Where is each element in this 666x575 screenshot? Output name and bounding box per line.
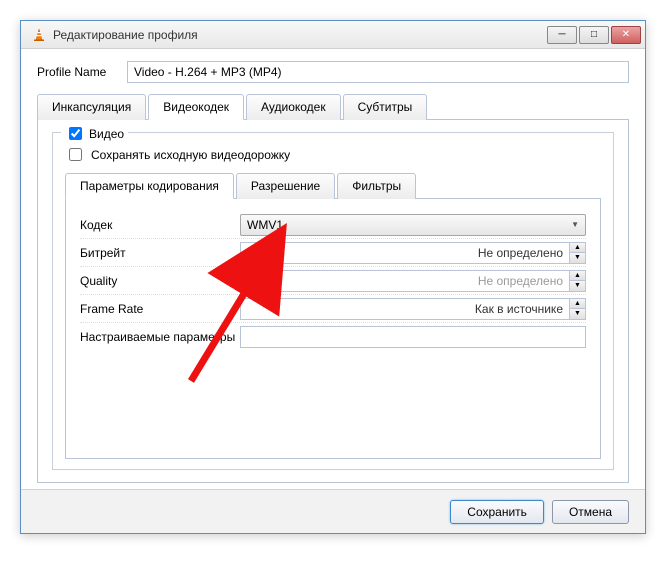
framerate-value: Как в источнике: [247, 302, 569, 316]
quality-down-button[interactable]: ▼: [570, 281, 585, 291]
vlc-cone-icon: [31, 27, 47, 43]
profile-name-input[interactable]: [127, 61, 629, 83]
sub-tabs: Параметры кодирования Разрешение Фильтры: [65, 172, 601, 199]
keep-original-checkbox[interactable]: [69, 148, 82, 161]
tab-audiocodec[interactable]: Аудиокодек: [246, 94, 341, 120]
video-fieldset: Видео Сохранять исходную видеодорожку Па…: [52, 132, 614, 470]
videocodec-pane: Видео Сохранять исходную видеодорожку Па…: [37, 120, 629, 483]
maximize-button[interactable]: □: [579, 26, 609, 44]
subtab-encoding-params[interactable]: Параметры кодирования: [65, 173, 234, 199]
codec-value: WMV1: [247, 218, 283, 232]
dialog-footer: Сохранить Отмена: [21, 489, 645, 533]
video-enable-label: Видео: [89, 127, 124, 141]
quality-spinner[interactable]: Не определено ▲ ▼: [240, 270, 586, 292]
close-button[interactable]: ✕: [611, 26, 641, 44]
bitrate-down-button[interactable]: ▼: [570, 253, 585, 263]
encoding-params-pane: Кодек WMV1 ▼ Битрейт Не определено: [65, 199, 601, 459]
minimize-button[interactable]: ─: [547, 26, 577, 44]
subtab-resolution[interactable]: Разрешение: [236, 173, 335, 199]
bitrate-value: Не определено: [247, 246, 569, 260]
framerate-up-button[interactable]: ▲: [570, 299, 585, 310]
window-controls: ─ □ ✕: [547, 26, 641, 44]
titlebar: Редактирование профиля ─ □ ✕: [21, 21, 645, 49]
window-title: Редактирование профиля: [53, 28, 547, 42]
video-enable-checkbox[interactable]: [69, 127, 82, 140]
subtab-filters[interactable]: Фильтры: [337, 173, 416, 199]
keep-original-label: Сохранять исходную видеодорожку: [91, 148, 290, 162]
framerate-label: Frame Rate: [80, 302, 240, 316]
cancel-button[interactable]: Отмена: [552, 500, 629, 524]
tab-encapsulation[interactable]: Инкапсуляция: [37, 94, 146, 120]
save-button[interactable]: Сохранить: [450, 500, 544, 524]
framerate-spinner[interactable]: Как в источнике ▲ ▼: [240, 298, 586, 320]
custom-params-label: Настраиваемые параметры: [80, 330, 240, 344]
tab-videocodec[interactable]: Видеокодек: [148, 94, 244, 120]
tab-subtitles[interactable]: Субтитры: [343, 94, 428, 120]
chevron-down-icon: ▼: [571, 220, 579, 229]
bitrate-up-button[interactable]: ▲: [570, 243, 585, 254]
content-area: Profile Name Инкапсуляция Видеокодек Ауд…: [21, 49, 645, 533]
quality-value: Не определено: [247, 274, 569, 288]
custom-params-input[interactable]: [240, 326, 586, 348]
bitrate-spinner[interactable]: Не определено ▲ ▼: [240, 242, 586, 264]
codec-label: Кодек: [80, 218, 240, 232]
quality-up-button[interactable]: ▲: [570, 271, 585, 282]
profile-edit-window: Редактирование профиля ─ □ ✕ Profile Nam…: [20, 20, 646, 534]
profile-name-label: Profile Name: [37, 65, 127, 79]
main-tabs: Инкапсуляция Видеокодек Аудиокодек Субти…: [37, 93, 629, 120]
bitrate-label: Битрейт: [80, 246, 240, 260]
quality-label: Quality: [80, 274, 240, 288]
codec-dropdown[interactable]: WMV1 ▼: [240, 214, 586, 236]
framerate-down-button[interactable]: ▼: [570, 309, 585, 319]
